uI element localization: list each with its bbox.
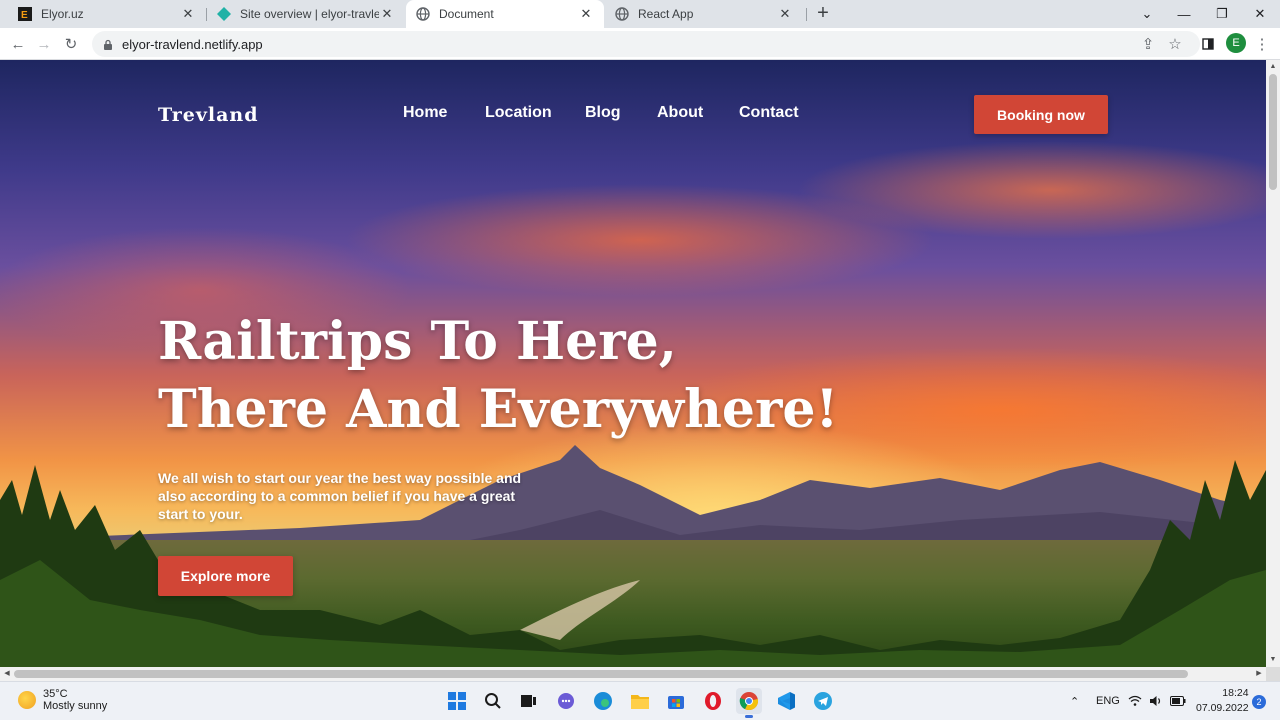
- vscode-icon[interactable]: [773, 688, 799, 714]
- tab-title: Elyor.uz: [41, 7, 84, 21]
- hero-headline-line-1: Railtrips To Here,: [158, 311, 677, 372]
- nav-home[interactable]: Home: [403, 104, 447, 122]
- nav-contact[interactable]: Contact: [739, 104, 799, 122]
- address-url: elyor-travlend.netlify.app: [122, 36, 263, 52]
- reload-icon[interactable]: ↻: [59, 32, 83, 56]
- maximize-icon[interactable]: ❐: [1204, 0, 1240, 28]
- browser-toolbar: ← → ↻ elyor-travlend.netlify.app ⇪ ☆ E ⋮: [0, 28, 1280, 60]
- browser-tab-strip: E Elyor.uz ✕ Site overview | elyor-travl…: [0, 0, 1280, 28]
- page-viewport: Trevland Home Location Blog About Contac…: [0, 60, 1266, 667]
- notification-badge[interactable]: 2: [1252, 695, 1266, 709]
- nav-blog[interactable]: Blog: [585, 104, 621, 122]
- weather-temp: 35°C: [43, 688, 68, 700]
- scroll-up-arrow-icon[interactable]: ▲: [1266, 60, 1280, 74]
- tab-elyor-uz[interactable]: E Elyor.uz ✕: [8, 0, 206, 28]
- close-tab-icon[interactable]: ✕: [578, 6, 594, 22]
- close-tab-icon[interactable]: ✕: [777, 6, 793, 22]
- windows-taskbar: 35°C Mostly sunny ⌃ ENG 18:24 07.09.2022…: [0, 681, 1280, 720]
- volume-icon[interactable]: [1149, 682, 1163, 720]
- hero-subtext: We all wish to start our year the best w…: [158, 470, 522, 522]
- kebab-menu-icon[interactable]: ⋮: [1250, 32, 1274, 56]
- show-hidden-icons-chevron[interactable]: ⌃: [1070, 682, 1079, 720]
- chrome-icon[interactable]: [736, 688, 762, 718]
- bookmark-star-icon[interactable]: ☆: [1163, 32, 1187, 56]
- file-explorer-icon[interactable]: [627, 688, 653, 714]
- scroll-left-arrow-icon[interactable]: ◀: [0, 667, 14, 681]
- explore-more-button[interactable]: Explore more: [158, 556, 293, 596]
- minimize-icon[interactable]: —: [1166, 0, 1202, 28]
- share-icon[interactable]: ⇪: [1136, 32, 1160, 56]
- tab-document[interactable]: Document ✕: [406, 0, 604, 28]
- microsoft-store-icon[interactable]: [663, 688, 689, 714]
- globe-icon: [615, 7, 629, 21]
- tab-title: Document: [439, 7, 494, 21]
- horizontal-scroll-thumb[interactable]: [14, 670, 1188, 678]
- clock-time: 18:24: [1222, 687, 1249, 699]
- address-bar[interactable]: elyor-travlend.netlify.app: [92, 31, 1200, 57]
- clock-date: 07.09.2022: [1196, 702, 1249, 714]
- edge-browser-icon[interactable]: [590, 688, 616, 714]
- globe-icon: [416, 7, 430, 21]
- new-tab-button[interactable]: +: [812, 3, 834, 25]
- close-tab-icon[interactable]: ✕: [379, 6, 395, 22]
- search-icon[interactable]: [480, 688, 506, 714]
- nav-about[interactable]: About: [657, 104, 703, 122]
- tab-react-app[interactable]: React App ✕: [605, 0, 803, 28]
- booking-now-button[interactable]: Booking now: [974, 95, 1108, 134]
- back-arrow-icon[interactable]: ←: [6, 32, 30, 56]
- opera-icon[interactable]: [700, 688, 726, 714]
- task-view-icon[interactable]: [516, 688, 542, 714]
- side-panel-icon[interactable]: [1196, 32, 1220, 56]
- language-indicator[interactable]: ENG: [1096, 682, 1120, 720]
- lock-icon: [102, 38, 114, 50]
- wifi-icon[interactable]: [1128, 682, 1142, 720]
- netlify-diamond-icon: [217, 7, 231, 21]
- tab-site-overview[interactable]: Site overview | elyor-travlend ✕: [207, 0, 405, 28]
- scrollbar-corner: [1266, 667, 1280, 681]
- e-letter-icon: E: [18, 7, 32, 21]
- profile-avatar[interactable]: E: [1226, 33, 1246, 53]
- close-tab-icon[interactable]: ✕: [180, 6, 196, 22]
- svg-text:E: E: [21, 10, 28, 21]
- hero-headline: Railtrips To Here, There And Everywhere!: [158, 308, 838, 444]
- windows-start-icon[interactable]: [444, 688, 470, 714]
- weather-widget[interactable]: 35°C Mostly sunny: [18, 688, 107, 712]
- weather-text: 35°C Mostly sunny: [43, 688, 107, 712]
- tab-title: Site overview | elyor-travlend: [240, 7, 379, 21]
- close-window-icon[interactable]: ✕: [1242, 0, 1278, 28]
- weather-desc: Mostly sunny: [43, 700, 108, 712]
- site-logo[interactable]: Trevland: [158, 104, 259, 126]
- system-clock[interactable]: 18:24 07.09.2022: [1196, 686, 1249, 716]
- hero-headline-line-2: There And Everywhere!: [158, 379, 839, 440]
- battery-icon[interactable]: [1170, 682, 1186, 720]
- tab-divider: [806, 8, 807, 21]
- tab-search-chevron-icon[interactable]: ⌄: [1129, 0, 1165, 28]
- vertical-scrollbar[interactable]: ▲ ▼: [1266, 60, 1280, 667]
- scroll-down-arrow-icon[interactable]: ▼: [1266, 653, 1280, 667]
- telegram-icon[interactable]: [810, 688, 836, 714]
- forward-arrow-icon[interactable]: →: [32, 32, 56, 56]
- scroll-right-arrow-icon[interactable]: ▶: [1252, 667, 1266, 681]
- nav-location[interactable]: Location: [485, 104, 552, 122]
- vertical-scroll-thumb[interactable]: [1269, 74, 1277, 190]
- sun-icon: [18, 691, 36, 709]
- chat-icon[interactable]: [553, 688, 579, 714]
- horizontal-scrollbar[interactable]: ◀ ▶: [0, 667, 1266, 681]
- tab-title: React App: [638, 7, 694, 21]
